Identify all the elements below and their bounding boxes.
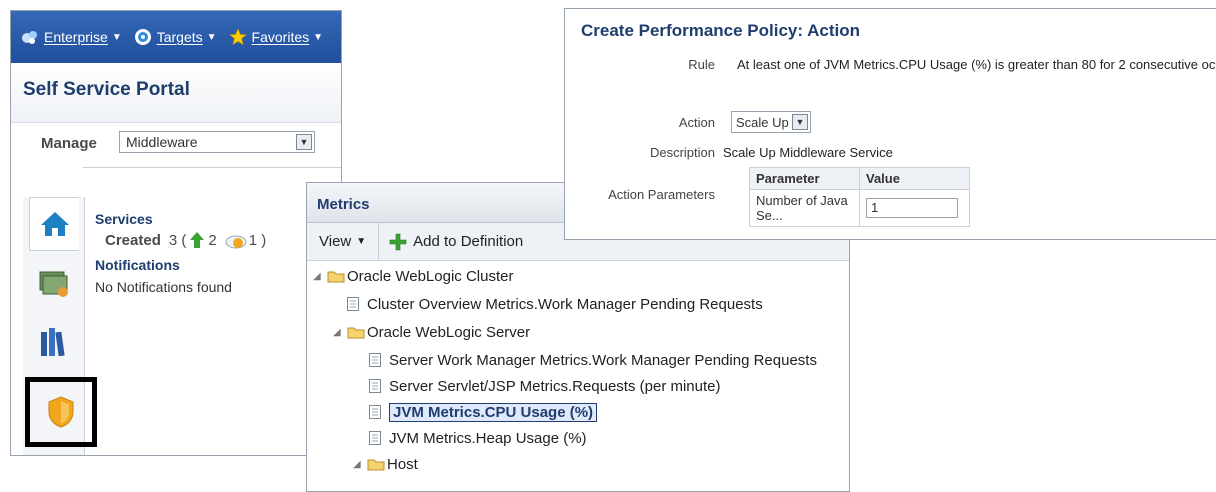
tab-servers[interactable] [29, 259, 79, 309]
tree-label-selected: JVM Metrics.CPU Usage (%) [389, 402, 598, 422]
action-select[interactable]: Scale Up ▼ [731, 111, 811, 133]
manage-row: Manage Middleware ▼ [11, 129, 341, 159]
tree-label: Oracle WebLogic Cluster [347, 267, 514, 285]
enterprise-icon [22, 31, 37, 44]
tree-label: Server Servlet/JSP Metrics.Requests (per… [389, 377, 721, 395]
tree-metric-cluster-pending-requests[interactable]: Cluster Overview Metrics.Work Manager Pe… [347, 291, 763, 317]
created-count: 3 ( [168, 231, 187, 249]
folder-icon [327, 271, 345, 283]
parameter-value-input[interactable]: 1 [866, 198, 958, 218]
metric-document-icon [369, 405, 381, 419]
chevron-down-icon: ▼ [111, 31, 122, 43]
warning-count[interactable]: 1 ) [249, 232, 267, 249]
value-cell: 1 [859, 189, 970, 227]
manage-select-value: Middleware [126, 134, 198, 150]
chevron-down-icon[interactable]: ▼ [296, 134, 312, 150]
view-menu-label: View [319, 233, 352, 250]
description-label: Description [649, 145, 715, 160]
table-row: Number of Java Se... 1 [749, 189, 970, 227]
expanded-triangle-icon: ◢ [333, 326, 341, 338]
column-header-value: Value [859, 167, 970, 190]
action-parameters-table: Parameter Value Number of Java Se... 1 [749, 167, 970, 227]
column-header-parameter: Parameter [749, 167, 860, 190]
view-menu[interactable]: View ▼ [307, 223, 380, 260]
chevron-down-icon[interactable]: ▼ [792, 114, 808, 130]
tab-policies-highlighted[interactable] [25, 377, 97, 447]
created-summary: Created 3 ( 2 1 ) [105, 231, 335, 249]
services-heading: Services [95, 211, 153, 227]
tree-label: Server Work Manager Metrics.Work Manager… [389, 351, 817, 369]
favorites-menu-label: Favorites [251, 29, 310, 45]
tree-label: JVM Metrics.Heap Usage (%) [389, 429, 587, 447]
notifications-heading: Notifications [95, 257, 180, 273]
notifications-empty-text: No Notifications found [95, 279, 232, 295]
enterprise-menu-label: Enterprise [44, 29, 108, 45]
tree-label: Cluster Overview Metrics.Work Manager Pe… [367, 295, 763, 313]
tree-label: Host [387, 455, 418, 473]
created-label: Created [105, 231, 161, 249]
action-label: Action [678, 115, 715, 130]
performance-policy-window: Create Performance Policy: Action Rule A… [564, 8, 1216, 240]
tab-strip-divider [83, 167, 341, 168]
tree-folder-host[interactable]: ◢ Host [353, 451, 418, 477]
manage-label: Manage [41, 135, 97, 152]
up-count[interactable]: 2 [208, 232, 216, 249]
favorites-star-icon [228, 28, 247, 46]
rule-label: Rule [688, 57, 715, 72]
description-value: Scale Up Middleware Service [723, 145, 893, 160]
favorites-menu[interactable]: Favorites ▼ [228, 28, 324, 46]
policy-title: Create Performance Policy: Action [581, 21, 861, 40]
up-arrow-icon [190, 232, 205, 248]
tree-metric-servlet-requests[interactable]: Server Servlet/JSP Metrics.Requests (per… [369, 373, 721, 399]
manage-select[interactable]: Middleware ▼ [119, 131, 315, 153]
expanded-triangle-icon: ◢ [313, 270, 321, 282]
tree-metric-server-pending-requests[interactable]: Server Work Manager Metrics.Work Manager… [369, 347, 817, 373]
expanded-triangle-icon: ◢ [353, 458, 361, 470]
add-plus-icon [389, 233, 407, 250]
home-icon [40, 212, 69, 236]
folder-icon [347, 327, 365, 339]
tree-folder-weblogic-cluster[interactable]: ◢ Oracle WebLogic Cluster [313, 263, 513, 289]
tree-metric-jvm-cpu-usage-selected[interactable]: JVM Metrics.CPU Usage (%) [369, 399, 598, 425]
targets-menu-label: Targets [156, 29, 203, 45]
metric-document-icon [369, 431, 381, 445]
tree-label: Oracle WebLogic Server [367, 323, 531, 341]
chevron-down-icon: ▼ [356, 236, 367, 247]
self-service-portal-window: Enterprise ▼ Targets ▼ Favorites ▼ Self … [10, 10, 342, 456]
library-icon [41, 328, 65, 357]
chevron-down-icon: ▼ [313, 31, 324, 43]
servers-icon [39, 271, 68, 297]
add-to-definition-button[interactable]: Add to Definition [379, 233, 523, 251]
chevron-down-icon: ▼ [206, 31, 217, 43]
global-menu-bar: Enterprise ▼ Targets ▼ Favorites ▼ [11, 11, 341, 63]
action-parameters-label: Action Parameters [608, 187, 715, 202]
metric-document-icon [347, 297, 359, 311]
rule-text: At least one of JVM Metrics.CPU Usage (%… [737, 57, 1216, 72]
folder-icon [367, 459, 385, 471]
policy-shield-icon [48, 396, 74, 428]
tree-metric-jvm-heap-usage[interactable]: JVM Metrics.Heap Usage (%) [369, 425, 587, 451]
page-title: Self Service Portal [11, 63, 341, 123]
warning-cloud-icon [225, 235, 247, 249]
targets-icon [134, 29, 151, 45]
metric-document-icon [369, 353, 381, 367]
tree-folder-weblogic-server[interactable]: ◢ Oracle WebLogic Server [333, 319, 530, 345]
vertical-tab-bar [23, 197, 97, 455]
add-to-definition-label: Add to Definition [413, 233, 524, 250]
tab-library[interactable] [29, 317, 79, 367]
parameter-cell: Number of Java Se... [749, 189, 860, 227]
tab-home[interactable] [29, 197, 79, 251]
targets-menu[interactable]: Targets ▼ [134, 28, 217, 46]
enterprise-menu[interactable]: Enterprise ▼ [21, 28, 122, 46]
services-panel: Services Created 3 ( 2 1 ) Notifications… [95, 211, 335, 295]
metric-document-icon [369, 379, 381, 393]
action-select-value: Scale Up [736, 115, 789, 130]
